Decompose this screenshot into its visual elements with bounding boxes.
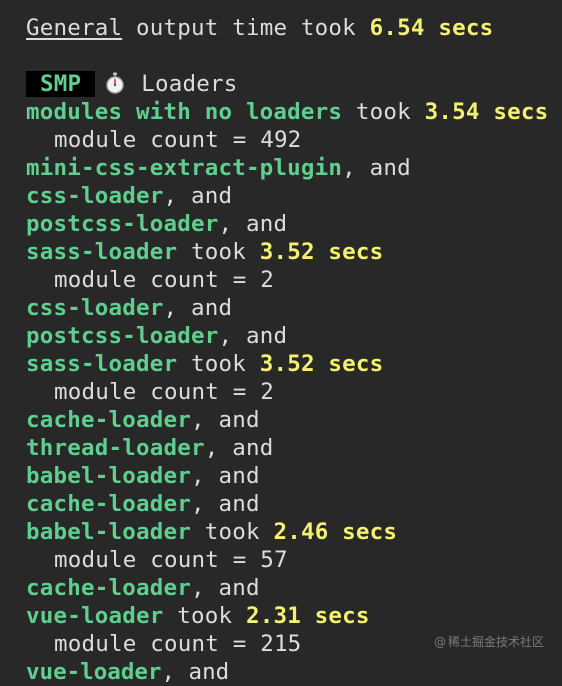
loader-time: 3.54 secs [424,99,549,125]
loader-name: thread-loader [26,435,205,461]
and-connector: , and [190,491,260,517]
loader-line: css-loader, and [26,182,562,210]
loader-line: babel-loader, and [26,462,562,490]
smp-loaders-heading: SMP Loaders [26,70,562,98]
trailing-line-text: vue-loader, and [26,659,229,685]
module-count-line: module count = 57 [54,547,288,573]
loader-line: cache-loader, and [26,490,562,518]
took-connector: took [342,99,425,125]
loader-groups: modules with no loaders took 3.54 secs mo… [26,98,562,658]
general-text: output time took [122,15,370,41]
took-connector: took [163,603,246,629]
general-label: General [26,15,123,41]
and-connector: , and [204,435,274,461]
stopwatch-icon [106,72,124,94]
and-connector: , and [163,295,233,321]
loader-name: postcss-loader [26,211,219,237]
loader-time: 2.31 secs [245,603,370,629]
module-count-line: module count = 492 [54,127,302,153]
module-count-line: module count = 2 [54,267,274,293]
loader-name: babel-loader [26,463,191,489]
watermark-text: 稀土掘金技术社区 [447,635,544,649]
loader-line: modules with no loaders took 3.54 secs [26,98,562,126]
module-count-line: module count = 2 [54,379,274,405]
loader-line: sass-loader took 3.52 secs [26,350,562,378]
loader-name: cache-loader [26,575,191,601]
and-connector: , and [190,407,260,433]
loader-line: cache-loader, and [26,406,562,434]
loader-time: 3.52 secs [259,351,384,377]
took-connector: took [177,351,260,377]
loader-line: sass-loader took 3.52 secs [26,238,562,266]
took-connector: took [177,239,260,265]
loader-name: modules with no loaders [26,99,343,125]
and-connector: , and [163,183,233,209]
smp-title: Loaders [141,71,238,97]
and-connector: , and [190,463,260,489]
general-time: 6.54 secs [369,15,494,41]
loader-line: cache-loader, and [26,574,562,602]
loader-name: sass-loader [26,351,178,377]
loader-line: vue-loader took 2.31 secs [26,602,562,630]
loader-name: mini-css-extract-plugin [26,155,343,181]
loader-line: thread-loader, and [26,434,562,462]
loader-line: css-loader, and [26,294,562,322]
loader-name: sass-loader [26,239,178,265]
loader-line: mini-css-extract-plugin, and [26,154,562,182]
loader-time: 3.52 secs [259,239,384,265]
trailing-line: vue-loader, and [26,658,229,686]
loader-name: css-loader [26,183,164,209]
loader-time: 2.46 secs [273,519,398,545]
watermark: @ 稀土掘金技术社区 [434,633,544,650]
loader-name: postcss-loader [26,323,219,349]
smp-badge: SMP [26,71,96,97]
and-connector: , and [342,155,411,181]
loader-line: postcss-loader, and [26,322,562,350]
loader-line: babel-loader took 2.46 secs [26,518,562,546]
general-output-line: General output time took 6.54 secs [26,14,562,42]
and-connector: , and [218,211,288,237]
loader-name: css-loader [26,295,164,321]
and-connector: , and [190,575,260,601]
and-connector: , and [218,323,288,349]
loader-name: cache-loader [26,407,191,433]
loader-name: cache-loader [26,491,191,517]
loader-name: vue-loader [26,659,162,685]
terminal-output: General output time took 6.54 secs SMP Lo… [26,14,562,658]
loader-name: babel-loader [26,519,191,545]
took-connector: took [190,519,274,545]
loader-name: vue-loader [26,603,164,629]
at-icon: @ [433,635,446,649]
and-connector: , and [161,659,230,685]
loader-line: postcss-loader, and [26,210,562,238]
